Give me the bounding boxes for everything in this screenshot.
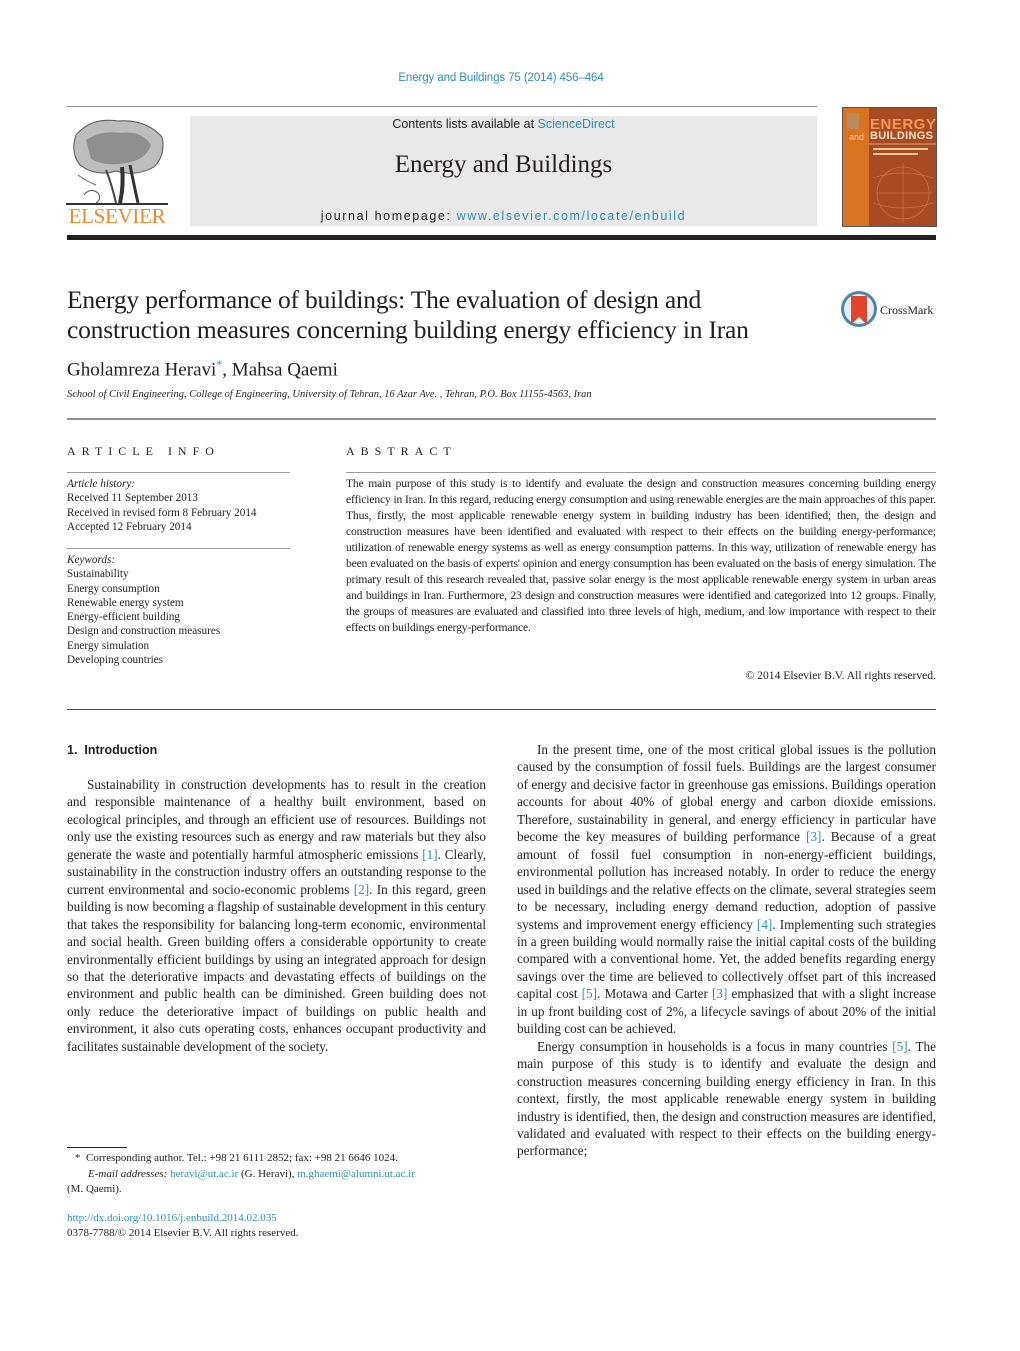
keyword: Design and construction measures bbox=[67, 625, 221, 638]
body-column-left: Sustainability in construction developme… bbox=[67, 776, 486, 1055]
history-received: Received 11 September 2013 bbox=[67, 492, 198, 505]
header-thick-rule bbox=[67, 235, 936, 240]
paragraph-text: Energy consumption in households is a fo… bbox=[537, 1038, 893, 1054]
keyword: Energy-efficient building bbox=[67, 611, 180, 624]
citation-link[interactable]: [3] bbox=[712, 986, 727, 1001]
history-accepted: Accepted 12 February 2014 bbox=[67, 520, 192, 533]
body-paragraph: Sustainability in construction developme… bbox=[67, 776, 486, 1055]
paragraph-text: . Motawa and Carter bbox=[597, 986, 713, 1002]
author-name[interactable]: Mahsa Qaemi bbox=[232, 359, 338, 380]
crossmark-badge[interactable]: CrossMark bbox=[840, 290, 940, 330]
contents-available-line: Contents lists available at ScienceDirec… bbox=[190, 117, 817, 131]
keywords-rule bbox=[67, 548, 290, 549]
journal-name: Energy and Buildings bbox=[394, 151, 613, 178]
corresponding-author-contact: Corresponding author. Tel.: +98 21 6111 … bbox=[86, 1152, 398, 1164]
keyword: Energy consumption bbox=[67, 582, 160, 595]
contents-prefix: Contents lists available at bbox=[392, 117, 538, 131]
article-title: Energy performance of buildings: The eva… bbox=[67, 285, 749, 344]
citation-link[interactable]: [5] bbox=[582, 986, 597, 1001]
paragraph-text: . The main purpose of this study is to i… bbox=[517, 1038, 937, 1159]
body-paragraph: Energy consumption in households is a fo… bbox=[517, 1038, 936, 1160]
footnote-rule bbox=[67, 1147, 127, 1148]
corresponding-author-footnote: * Corresponding author. Tel.: +98 21 611… bbox=[67, 1151, 497, 1198]
keywords-label: Keywords: bbox=[67, 554, 116, 566]
abstract-copyright: © 2014 Elsevier B.V. All rights reserved… bbox=[745, 669, 936, 682]
keyword: Renewable energy system bbox=[67, 596, 184, 609]
article-history-label: Article history: bbox=[67, 478, 136, 490]
author-list: Gholamreza Heravi*, Mahsa Qaemi bbox=[67, 357, 338, 381]
crossmark-label: CrossMark bbox=[880, 303, 934, 317]
elsevier-wordmark: ELSEVIER bbox=[68, 204, 166, 228]
section-heading-introduction: 1. Introduction bbox=[67, 743, 158, 757]
keyword: Sustainability bbox=[67, 568, 129, 581]
sciencedirect-link[interactable]: ScienceDirect bbox=[538, 117, 615, 131]
cover-title-buildings: BUILDINGS bbox=[870, 130, 934, 142]
title-block-rule bbox=[67, 418, 936, 420]
body-column-right: In the present time, one of the most cri… bbox=[517, 741, 936, 1160]
citation-link[interactable]: [3] bbox=[806, 829, 821, 844]
body-paragraph: In the present time, one of the most cri… bbox=[517, 741, 936, 1038]
citation-link[interactable]: [1] bbox=[422, 847, 437, 862]
section-divider-rule bbox=[67, 709, 936, 710]
journal-homepage-line: journal homepage: www.elsevier.com/locat… bbox=[190, 209, 817, 223]
author-name[interactable]: Gholamreza Heravi bbox=[67, 359, 216, 380]
article-history: Article history: Received 11 September 2… bbox=[67, 477, 297, 534]
author-affiliation: School of Civil Engineering, College of … bbox=[67, 389, 592, 400]
email-link-qaemi[interactable]: m.ghaemi@alumni.ut.ac.ir bbox=[297, 1168, 415, 1180]
header-top-rule bbox=[67, 106, 817, 107]
email-label: E-mail addresses: bbox=[88, 1167, 168, 1180]
journal-homepage-link[interactable]: www.elsevier.com/locate/enbuild bbox=[457, 209, 687, 223]
crossmark-icon bbox=[841, 291, 877, 327]
keyword: Developing countries bbox=[67, 654, 164, 667]
history-revised: Received in revised form 8 February 2014 bbox=[67, 506, 257, 519]
email-owner-heravi: (G. Heravi), bbox=[241, 1167, 295, 1180]
abstract-rule bbox=[346, 472, 936, 473]
journal-citation-link[interactable]: Energy and Buildings 75 (2014) 456–464 bbox=[0, 72, 1002, 84]
footnote-marker: * bbox=[75, 1152, 81, 1164]
citation-link[interactable]: [2] bbox=[354, 882, 369, 897]
abstract-heading: ABSTRACT bbox=[346, 444, 457, 458]
article-info-rule bbox=[67, 472, 290, 473]
paragraph-text: . In this regard, green building is now … bbox=[67, 881, 486, 1054]
citation-link[interactable]: [4] bbox=[757, 917, 772, 932]
abstract-text: The main purpose of this study is to ide… bbox=[346, 477, 936, 634]
article-info-heading: ARTICLE INFO bbox=[67, 444, 220, 458]
author-separator: , bbox=[222, 359, 232, 381]
keywords-list: Keywords: Sustainability Energy consumpt… bbox=[67, 553, 297, 667]
keyword: Energy simulation bbox=[67, 639, 150, 652]
email-owner-qaemi: (M. Qaemi). bbox=[67, 1183, 122, 1195]
citation-link[interactable]: [5] bbox=[892, 1039, 907, 1054]
elsevier-logo[interactable]: ELSEVIER bbox=[66, 115, 168, 228]
cover-title-and: and bbox=[849, 132, 865, 142]
homepage-prefix: journal homepage: bbox=[320, 209, 457, 223]
email-link-heravi[interactable]: heravi@ut.ac.ir bbox=[170, 1168, 238, 1180]
doi-link[interactable]: http://dx.doi.org/10.1016/j.enbuild.2014… bbox=[67, 1211, 277, 1227]
issn-copyright-line: 0378-7788/© 2014 Elsevier B.V. All right… bbox=[67, 1227, 299, 1239]
journal-cover-thumbnail[interactable]: ENERGY and BUILDINGS bbox=[842, 107, 937, 227]
